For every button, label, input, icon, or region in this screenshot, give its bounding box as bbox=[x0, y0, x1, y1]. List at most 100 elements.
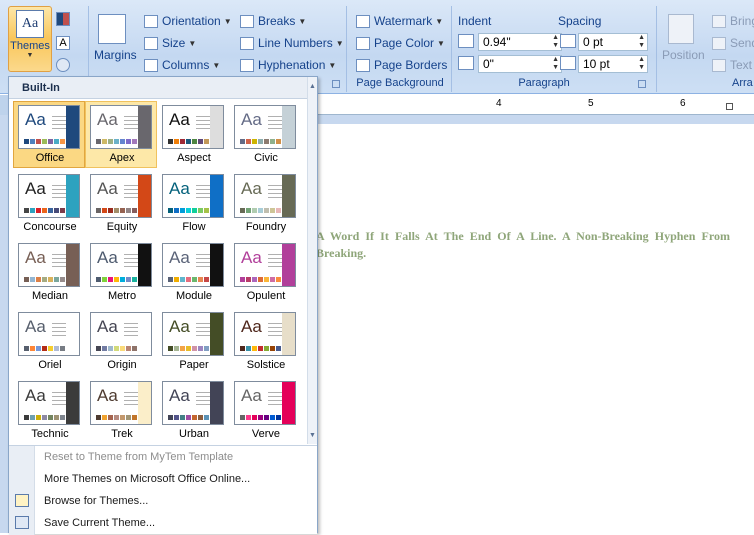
color-swatch: #7e6bc9 bbox=[126, 139, 131, 144]
theme-option[interactable]: #1f497dAa#1f497d#4f81bd#c0504d#9bbb59#80… bbox=[13, 101, 85, 168]
theme-effects-icon[interactable] bbox=[56, 58, 70, 72]
spacing-before-input[interactable]: 0 pt ▲ ▼ bbox=[578, 33, 648, 51]
themes-icon: Aa bbox=[16, 10, 44, 38]
menu-item-save-theme[interactable]: Save Current Theme... bbox=[44, 513, 155, 533]
color-swatch: #604878 bbox=[198, 139, 203, 144]
theme-option[interactable]: #c5d1d7 Aa #646b86#d16349#ccb400#8cadae#8c… bbox=[229, 101, 301, 168]
theme-option[interactable]: #676a55Aa#676a55#72a376#b0ccb0#a8cdd7#c0… bbox=[229, 170, 301, 237]
theme-option[interactable]: #424456Aa#424456#53548a#438086#a04da3#c4… bbox=[157, 377, 229, 444]
indent-right-input[interactable]: 0" ▲ ▼ bbox=[478, 55, 562, 73]
theme-option[interactable]: #775f55Aa#775f55#94b6d2#dd8047#a5ab81#d8… bbox=[13, 239, 85, 306]
color-swatch: #ff388c bbox=[246, 415, 251, 420]
theme-fonts-icon[interactable]: A bbox=[56, 36, 70, 50]
scroll-up-icon[interactable]: ▲ bbox=[309, 83, 316, 90]
menu-item-reset-theme[interactable]: Reset to Theme from MyTem Template bbox=[44, 447, 233, 467]
watermark-button[interactable]: Watermark ▼ bbox=[356, 14, 443, 28]
theme-sample-lines bbox=[196, 116, 210, 132]
theme-color-swatches: #646b86#d16349#ccb400#8cadae#8c7b70#8fb0… bbox=[240, 139, 282, 144]
theme-name: Concourse bbox=[23, 221, 77, 233]
color-swatch: #e66c7d bbox=[186, 277, 191, 282]
theme-option[interactable]: #b13f9aAa#b13f9a#b83d68#ac66bb#de6c36#f9… bbox=[229, 239, 301, 306]
gallery-scrollbar[interactable]: ▲ ▼ bbox=[307, 77, 317, 444]
color-swatch: #e7bc29 bbox=[186, 346, 191, 351]
theme-option[interactable]: #0f6fc6Aa#04617b#0f6fc6#009dd9#0bd0d9#10… bbox=[157, 170, 229, 237]
theme-option[interactable]: #111111 Aa #5a6378#f0ad00#60b5cc#e66c7d#6b… bbox=[157, 239, 229, 306]
color-swatch: #575f6d bbox=[24, 346, 29, 351]
color-swatch: #f0ad00 bbox=[174, 277, 179, 282]
theme-option[interactable]: #e7dec9 Aa #4f271c#3891a7#feb80a#c32d2e#84… bbox=[229, 308, 301, 375]
page-color-button[interactable]: Page Color ▼ bbox=[356, 36, 445, 50]
margins-button[interactable]: Margins bbox=[94, 48, 137, 62]
theme-sample-lines bbox=[124, 185, 138, 201]
size-button[interactable]: Size ▼ bbox=[144, 36, 196, 50]
position-icon bbox=[668, 14, 694, 44]
bring-to-front-button[interactable]: Bring bbox=[712, 14, 754, 28]
theme-option[interactable]: #69676dAa#69676d#ceb966#9cb084#6bb1c9#65… bbox=[85, 101, 157, 168]
text-wrapping-button[interactable]: Text bbox=[712, 58, 752, 72]
theme-option[interactable]: #d34817Aa#696464#d34817#9b2d1f#a28e6a#95… bbox=[85, 170, 157, 237]
document-text[interactable]: A Word If It Falls At The End Of A Line.… bbox=[316, 228, 730, 262]
theme-accent-bar: #424456 bbox=[210, 382, 223, 424]
paragraph-group-label: Paragraph bbox=[518, 77, 570, 89]
theme-option[interactable]: #ffffff Aa #464653#727ca3#9fb8cd#d2da7a#fa… bbox=[85, 308, 157, 375]
spinner-icon: ▲ ▼ bbox=[552, 34, 559, 49]
theme-name: Origin bbox=[107, 359, 137, 371]
orientation-button[interactable]: Orientation ▼ bbox=[144, 14, 232, 28]
columns-button[interactable]: Columns ▼ bbox=[144, 58, 220, 72]
color-swatch: #2da2bf bbox=[30, 208, 35, 213]
theme-option[interactable]: #2da2bfAa#464646#2da2bf#da1f28#eb641b#39… bbox=[13, 170, 85, 237]
hyphenation-button[interactable]: Hyphenation ▼ bbox=[240, 58, 336, 72]
hyphenation-icon bbox=[240, 58, 254, 72]
page-borders-button[interactable]: Page Borders bbox=[356, 58, 447, 72]
spacing-after-icon bbox=[560, 56, 576, 70]
theme-colors-icon[interactable] bbox=[56, 12, 70, 26]
themes-button[interactable]: Aa Themes ▼ bbox=[8, 6, 52, 72]
theme-name: Median bbox=[31, 290, 69, 302]
document-page[interactable] bbox=[318, 124, 754, 533]
theme-option[interactable]: #444d26Aa#444d26#a5b592#f3a447#e7bc29#d0… bbox=[157, 308, 229, 375]
theme-option[interactable]: #fbeec9 Aa #4e3b30#f0a22e#a5644e#b58b80#c3… bbox=[85, 377, 157, 444]
indent-left-input[interactable]: 0.94" ▲ ▼ bbox=[478, 33, 562, 51]
theme-preview-icon: #3b3b3bAa#3b3b3b#6ea0b0#ccaf0a#8d89a4#74… bbox=[18, 381, 80, 425]
paragraph-launcher-icon[interactable] bbox=[638, 80, 646, 88]
theme-option[interactable]: #111111 Aa #4e5b6f#7fd13b#ea157a#feb80a#00… bbox=[85, 239, 157, 306]
theme-name: Paper bbox=[179, 359, 209, 371]
color-swatch: #f07f09 bbox=[174, 139, 179, 144]
theme-preview-icon: #dddddd Aa #323232#f07f09#9f2936#1b587c#4e… bbox=[162, 105, 224, 149]
color-swatch: #00349e bbox=[276, 415, 281, 420]
page-borders-icon bbox=[356, 58, 370, 72]
ruler-number: 6 bbox=[680, 98, 686, 109]
color-swatch: #7fd13b bbox=[102, 277, 107, 282]
color-swatch: #a19574 bbox=[126, 415, 131, 420]
theme-color-swatches: #5a6378#f0ad00#60b5cc#e66c7d#6bb76d#e886… bbox=[168, 277, 210, 282]
theme-option[interactable]: #ffffff Aa #575f6d#fe8637#7598d9#b32c16#f5… bbox=[13, 308, 85, 375]
send-to-back-button[interactable]: Send bbox=[712, 36, 754, 50]
menu-item-browse-themes[interactable]: Browse for Themes... bbox=[44, 491, 148, 511]
theme-color-swatches: #696464#d34817#9b2d1f#a28e6a#956251#9184… bbox=[96, 208, 138, 213]
position-button[interactable]: Position bbox=[662, 48, 705, 62]
theme-preview-icon: #e7dec9 Aa #4f271c#3891a7#feb80a#c32d2e#84… bbox=[234, 312, 296, 356]
theme-option[interactable]: #3b3b3bAa#3b3b3b#6ea0b0#ccaf0a#8d89a4#74… bbox=[13, 377, 85, 444]
horizontal-ruler[interactable]: 4 5 6 bbox=[318, 95, 754, 115]
page-setup-launcher-icon[interactable] bbox=[332, 80, 340, 88]
color-swatch: #60b5cc bbox=[180, 277, 185, 282]
right-indent-marker-icon[interactable] bbox=[726, 103, 733, 110]
theme-option[interactable]: #e40059Aa#666666#ff388c#e40059#9c007f#68… bbox=[229, 377, 301, 444]
menu-item-more-themes[interactable]: More Themes on Microsoft Office Online..… bbox=[44, 469, 250, 489]
line-numbers-button[interactable]: Line Numbers ▼ bbox=[240, 36, 344, 50]
theme-name: Office bbox=[35, 152, 65, 164]
theme-sample-lines bbox=[52, 392, 66, 408]
theme-color-swatches: #575f6d#fe8637#7598d9#b32c16#f5cd2d#aeba… bbox=[24, 346, 66, 351]
breaks-button[interactable]: Breaks ▼ bbox=[240, 14, 306, 28]
color-swatch: #72a376 bbox=[246, 208, 251, 213]
spacing-after-input[interactable]: 10 pt ▲ ▼ bbox=[578, 55, 648, 73]
theme-preview-icon: #d34817Aa#696464#d34817#9b2d1f#a28e6a#95… bbox=[90, 174, 152, 218]
theme-option[interactable]: #dddddd Aa #323232#f07f09#9f2936#1b587c#4e… bbox=[157, 101, 229, 168]
send-back-icon bbox=[712, 36, 726, 50]
color-swatch: #9e9273 bbox=[54, 415, 59, 420]
theme-color-swatches: #323232#f07f09#9f2936#1b587c#4e8542#6048… bbox=[168, 139, 210, 144]
color-swatch: #3b3b3b bbox=[24, 415, 29, 420]
theme-sample-lines bbox=[52, 116, 66, 132]
indent-right-icon bbox=[458, 56, 474, 70]
scroll-down-icon[interactable]: ▼ bbox=[309, 432, 316, 439]
